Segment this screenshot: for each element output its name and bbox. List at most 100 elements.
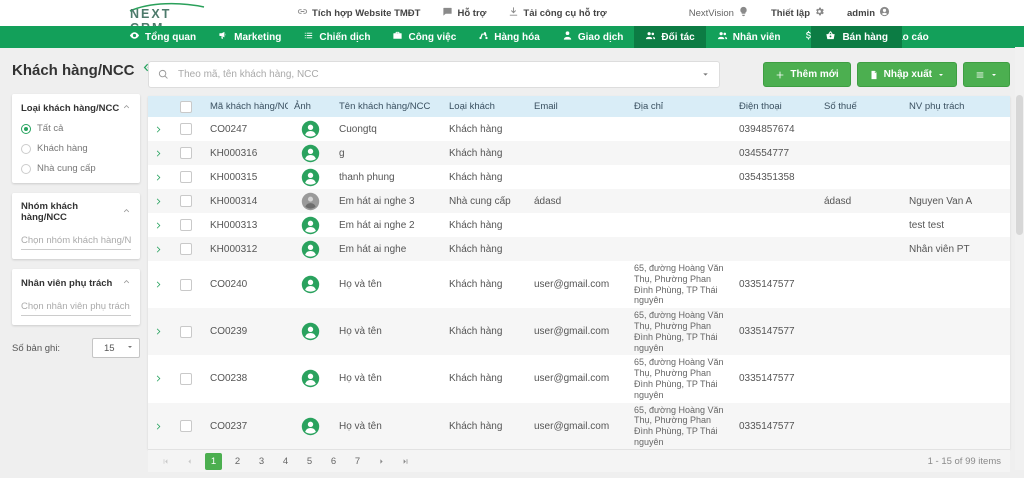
topbar-link-ho-tro[interactable]: Hỗ trợ	[442, 6, 486, 20]
pagination-next-button[interactable]	[373, 453, 390, 470]
radio-option-khach-hang[interactable]: Khách hàng	[21, 143, 131, 154]
topbar-link-tich-hop-website-tmdt[interactable]: Tích hợp Website TMĐT	[297, 6, 420, 20]
customer-name-cell: Em hát ai nghe	[339, 243, 407, 255]
pagination-page-3[interactable]: 3	[253, 453, 270, 470]
table-row[interactable]: CO0237 Họ và tên Khách hàng user@gmail.com 6…	[148, 402, 1010, 449]
nav-item-hang-hoa[interactable]: Hàng hóa	[467, 26, 551, 48]
tax-cell	[818, 355, 903, 402]
nav-item-nhan-vien[interactable]: Nhân viên	[706, 26, 792, 48]
chevron-up-icon[interactable]	[122, 102, 131, 114]
expand-row-icon[interactable]	[154, 422, 168, 431]
phone-cell: 0335147577	[739, 326, 795, 338]
expand-row-icon[interactable]	[154, 149, 168, 158]
topbar-link-admin[interactable]: admin	[847, 6, 890, 20]
expand-row-icon[interactable]	[154, 245, 168, 254]
row-checkbox[interactable]	[180, 243, 192, 255]
pagination-last-button[interactable]	[397, 453, 414, 470]
pagination-page-5[interactable]: 5	[301, 453, 318, 470]
table-row[interactable]: KH000314 Em hát ai nghe 3 Nhà cung cấp ádas…	[148, 189, 1010, 213]
expand-row-icon[interactable]	[154, 173, 168, 182]
table-row[interactable]: CO0240 Họ và tên Khách hàng user@gmail.com 6…	[148, 261, 1010, 309]
row-checkbox[interactable]	[180, 372, 192, 385]
records-per-page-select[interactable]: 15	[92, 338, 140, 358]
avatar-icon	[301, 144, 320, 162]
pagination-page-2[interactable]: 2	[229, 453, 246, 470]
radio-option-nha-cung-cap[interactable]: Nhà cung cấp	[21, 163, 131, 174]
pagination-page-6[interactable]: 6	[325, 453, 342, 470]
topbar-link-tai-cong-cu-ho-tro[interactable]: Tải công cụ hỗ trợ	[508, 6, 607, 20]
table-row[interactable]: KH000316 g Khách hàng 034554777	[148, 141, 1010, 165]
nav-item-cong-viec[interactable]: Công việc	[381, 26, 467, 48]
staff-cell: test test	[909, 219, 945, 231]
scrollbar-thumb[interactable]	[1016, 95, 1023, 235]
add-new-button[interactable]: Thêm mới	[763, 62, 851, 87]
pagination-prev-button[interactable]	[181, 453, 198, 470]
search-input[interactable]	[176, 68, 694, 81]
table-row[interactable]: KH000312 Em hát ai nghe Khách hàng Nhân viê…	[148, 237, 1010, 261]
expand-row-icon[interactable]	[154, 327, 168, 336]
topbar-link-nextvision[interactable]: NextVision	[689, 6, 749, 20]
nav-item-marketing[interactable]: Marketing	[207, 26, 292, 48]
table-row[interactable]: CO0239 Họ và tên Khách hàng user@gmail.com 6…	[148, 308, 1010, 356]
table-row[interactable]: CO0247 Cuongtq Khách hàng 0394857674	[148, 117, 1010, 141]
nav-item-doi-tac[interactable]: Đối tác	[634, 26, 706, 48]
column-header-so-thue: Số thuế	[818, 96, 903, 117]
pagination-page-1[interactable]: 1	[205, 452, 222, 470]
staff-input[interactable]	[21, 297, 131, 316]
search-options-caret-icon[interactable]	[701, 70, 710, 79]
select-all-checkbox[interactable]	[180, 100, 192, 113]
nav-item-tong-quan[interactable]: Tổng quan	[118, 26, 207, 48]
expand-row-icon[interactable]	[154, 280, 168, 289]
nav-item-label: Tổng quan	[145, 31, 197, 43]
radio-icon[interactable]	[21, 163, 31, 174]
header-checkbox-cell	[174, 96, 204, 117]
chevron-up-icon[interactable]	[122, 277, 131, 289]
pagination-page-4[interactable]: 4	[277, 453, 294, 470]
row-checkbox[interactable]	[180, 147, 192, 159]
radio-icon[interactable]	[21, 123, 31, 134]
list-options-button[interactable]	[963, 62, 1010, 87]
customer-type-cell: Khách hàng	[449, 243, 503, 255]
expand-row-icon[interactable]	[154, 125, 168, 134]
photo-cell	[288, 117, 333, 141]
nav-item-chien-dich[interactable]: Chiến dịch	[292, 26, 381, 48]
table-row[interactable]: KH000315 thanh phung Khách hàng 0354351358	[148, 165, 1010, 189]
radio-option-tat-ca[interactable]: Tất cả	[21, 123, 131, 134]
checkbox-cell	[174, 117, 204, 141]
hamburger-icon	[975, 70, 985, 80]
nextcrm-logo[interactable]: NEXT CRM	[128, 2, 206, 35]
avatar-photo	[301, 192, 320, 210]
row-checkbox[interactable]	[180, 325, 192, 338]
avatar-icon	[301, 240, 320, 258]
column-header-ma-khach-hang-ncc: Mã khách hàng/NCC	[204, 96, 288, 117]
gear-icon	[814, 6, 825, 20]
pagination-first-button[interactable]	[157, 453, 174, 470]
email-cell	[528, 165, 628, 189]
expand-row-icon[interactable]	[154, 221, 168, 230]
customer-group-input[interactable]	[21, 231, 131, 250]
topbar-link-thiet-lap[interactable]: Thiết lập	[771, 6, 825, 20]
pagination-page-7[interactable]: 7	[349, 453, 366, 470]
scrollbar[interactable]	[1015, 47, 1024, 470]
import-export-button[interactable]: Nhập xuất	[856, 62, 957, 87]
radio-icon[interactable]	[21, 143, 31, 154]
row-checkbox[interactable]	[180, 420, 192, 433]
row-checkbox[interactable]	[180, 123, 192, 135]
row-checkbox[interactable]	[180, 278, 192, 291]
customer-name-cell: Em hát ai nghe 2	[339, 219, 415, 231]
expand-cell	[148, 189, 174, 213]
column-header-dia-chi: Địa chỉ	[628, 96, 733, 117]
topbar-link-label: admin	[847, 7, 875, 19]
table-row[interactable]: KH000313 Em hát ai nghe 2 Khách hàng test t…	[148, 213, 1010, 237]
expand-row-icon[interactable]	[154, 374, 168, 383]
nav-item-ban-hang[interactable]: Bán hàng	[811, 26, 902, 48]
chevron-up-icon[interactable]	[122, 206, 131, 218]
row-checkbox[interactable]	[180, 171, 192, 183]
phone-cell: 0335147577	[739, 373, 795, 385]
row-checkbox[interactable]	[180, 219, 192, 231]
row-checkbox[interactable]	[180, 195, 192, 207]
table-row[interactable]: CO0238 Họ và tên Khách hàng user@gmail.com 6…	[148, 355, 1010, 403]
expand-row-icon[interactable]	[154, 197, 168, 206]
nav-item-giao-dich[interactable]: Giao dịch	[551, 26, 635, 48]
email-cell: user@gmail.com	[534, 420, 610, 432]
